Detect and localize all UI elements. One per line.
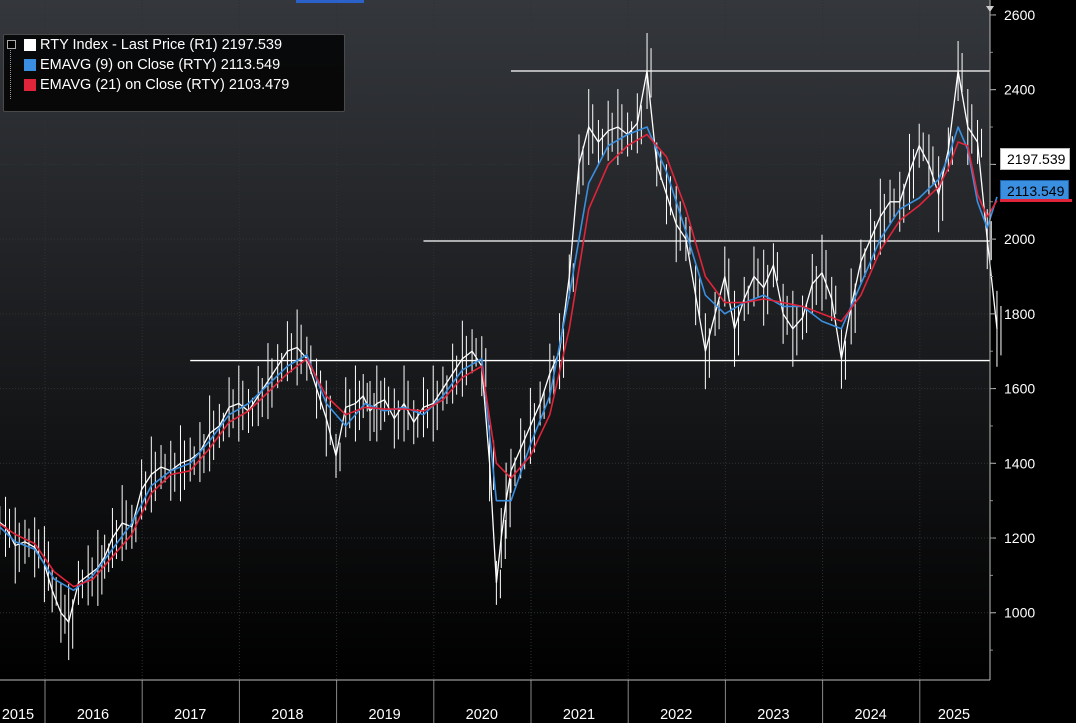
x-tick-label: 2020 <box>466 707 498 723</box>
x-tick-label: 2021 <box>563 707 595 723</box>
x-tick-label: 2019 <box>368 707 400 723</box>
x-tick-label: 2017 <box>174 707 206 723</box>
ema21-marker <box>1000 199 1072 202</box>
y-tick-label: 2600 <box>1004 7 1035 23</box>
x-tick-label: 2015 <box>2 707 34 723</box>
legend-label-ema9: EMAVG (9) on Close (RTY) 2113.549 <box>40 57 281 73</box>
y-tick-label: 2000 <box>1004 231 1035 247</box>
y-tick-label: 1400 <box>1004 455 1035 471</box>
legend-swatch-ema9 <box>24 59 36 71</box>
legend-item-ema21[interactable]: EMAVG (21) on Close (RTY) 2103.479 <box>4 75 344 95</box>
x-tick-label: 2016 <box>77 707 109 723</box>
legend-label-ema21: EMAVG (21) on Close (RTY) 2103.479 <box>40 77 290 93</box>
x-tick-label: 2022 <box>660 707 692 723</box>
legend-label-last: RTY Index - Last Price (R1) 2197.539 <box>40 37 283 53</box>
top-tab-indicator <box>296 0 364 3</box>
y-tick-label: 1200 <box>1004 530 1035 546</box>
y-tick-label: 1000 <box>1004 605 1035 621</box>
legend[interactable]: RTY Index - Last Price (R1) 2197.539 EMA… <box>3 34 345 112</box>
legend-item-last-price[interactable]: RTY Index - Last Price (R1) 2197.539 <box>4 35 344 55</box>
legend-item-ema9[interactable]: EMAVG (9) on Close (RTY) 2113.549 <box>4 55 344 75</box>
legend-swatch-last <box>24 39 36 51</box>
last-price-tag: 2197.539 <box>1000 148 1071 170</box>
x-tick-label: 2024 <box>854 707 886 723</box>
x-tick-label: 2018 <box>271 707 303 723</box>
y-tick-label: 2400 <box>1004 82 1035 98</box>
y-tick-label: 1600 <box>1004 381 1035 397</box>
legend-swatch-ema21 <box>24 79 36 91</box>
chart-area: 1000120014001600180020002200240026002015… <box>0 0 1076 723</box>
y-tick-label: 1800 <box>1004 306 1035 322</box>
x-tick-label: 2025 <box>938 707 970 723</box>
x-tick-label: 2023 <box>757 707 789 723</box>
